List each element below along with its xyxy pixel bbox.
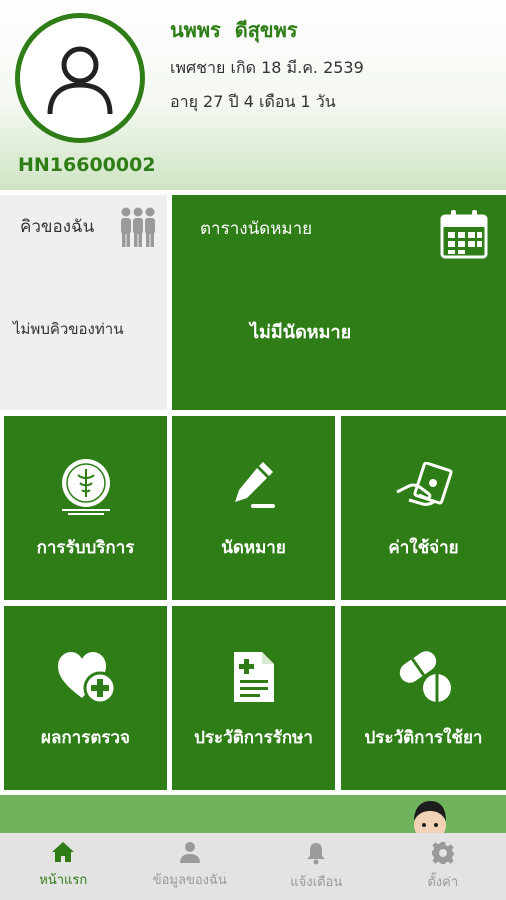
hn-number: HN16600002 <box>18 154 156 176</box>
menu-test-results[interactable]: ผลการตรวจ <box>4 606 167 790</box>
nav-home[interactable]: หน้าแรก <box>0 833 127 900</box>
queue-tile[interactable]: คิวของฉัน ไม่พบคิวของท่าน <box>0 195 167 410</box>
menu-medication-history-label: ประวัติการใช้ยา <box>364 728 483 748</box>
people-queue-icon <box>121 207 155 247</box>
menu-services-label: การรับบริการ <box>36 538 135 558</box>
menu-expenses[interactable]: ค่าใช้จ่าย <box>341 416 506 600</box>
queue-title: คิวของฉัน <box>20 217 95 237</box>
nav-my-info[interactable]: ข้อมูลของฉัน <box>127 833 254 900</box>
doctor-avatar-icon <box>414 801 446 835</box>
nav-settings[interactable]: ตั้งค่า <box>380 833 506 900</box>
menu-services[interactable]: การรับบริการ <box>4 416 167 600</box>
menu-expenses-label: ค่าใช้จ่าย <box>388 538 459 558</box>
menu-treatment-history[interactable]: ประวัติการรักษา <box>172 606 335 790</box>
menu-appointments-label: นัดหมาย <box>221 538 286 558</box>
nav-settings-label: ตั้งค่า <box>427 875 459 890</box>
appointment-schedule-tile[interactable]: ตารางนัดหมาย ไม่มีนัดหมาย <box>172 195 506 410</box>
menu-test-results-label: ผลการตรวจ <box>40 728 131 748</box>
patient-age: อายุ 27 ปี 4 เดือน 1 วัน <box>170 92 336 111</box>
moph-seal-icon <box>61 459 110 515</box>
nav-home-label: หน้าแรก <box>39 873 88 888</box>
calendar-icon <box>440 210 488 259</box>
patient-name: นพพร ดีสุขพร <box>170 18 298 42</box>
promo-banner[interactable] <box>0 795 506 835</box>
profile-header: HN16600002 นพพร ดีสุขพร เพศชาย เกิด 18 ม… <box>0 0 506 190</box>
home-icon <box>52 842 75 862</box>
user-icon <box>47 46 113 115</box>
pen-sign-icon <box>234 462 275 508</box>
bell-icon <box>307 843 326 865</box>
patient-gender-birth: เพศชาย เกิด 18 มี.ค. 2539 <box>170 58 364 77</box>
appointment-empty-text: ไม่มีนัดหมาย <box>250 322 352 343</box>
gear-icon <box>431 842 454 864</box>
nav-my-info-label: ข้อมูลของฉัน <box>152 873 227 888</box>
bottom-nav: หน้าแรก ข้อมูลของฉัน แจ้งเตือน ตั้งค่า <box>0 833 506 900</box>
nav-notifications[interactable]: แจ้งเตือน <box>253 833 380 900</box>
pills-icon <box>399 651 451 702</box>
heart-plus-icon <box>57 652 116 704</box>
menu-appointments[interactable]: นัดหมาย <box>172 416 335 600</box>
queue-empty-text: ไม่พบคิวของท่าน <box>13 320 124 338</box>
appointment-schedule-title: ตารางนัดหมาย <box>200 219 313 239</box>
hand-bill-icon <box>395 462 453 506</box>
medical-record-icon <box>233 652 274 702</box>
person-icon <box>179 842 200 863</box>
avatar[interactable] <box>15 13 145 143</box>
nav-notifications-label: แจ้งเตือน <box>290 875 343 890</box>
menu-medication-history[interactable]: ประวัติการใช้ยา <box>341 606 506 790</box>
menu-treatment-history-label: ประวัติการรักษา <box>194 728 313 748</box>
